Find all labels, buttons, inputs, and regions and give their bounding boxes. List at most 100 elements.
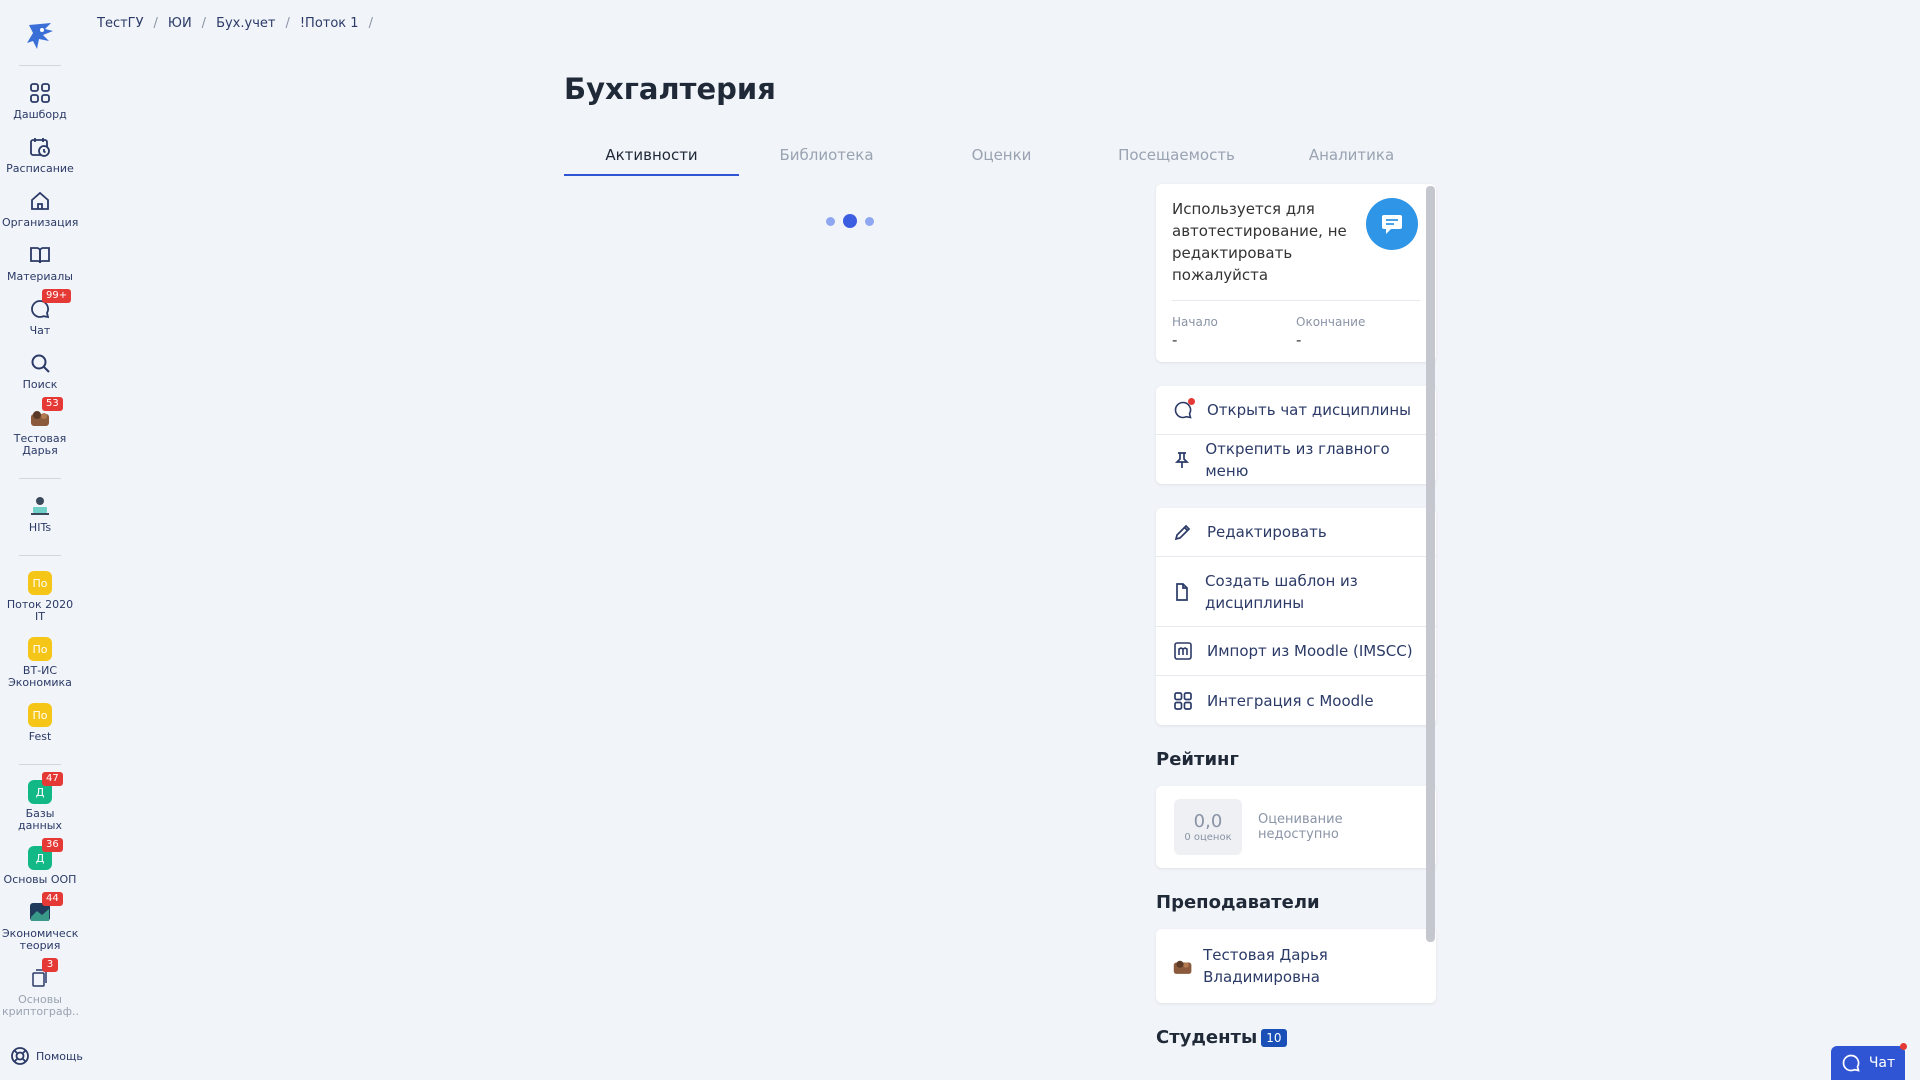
- sidebar-item-stream-2020[interactable]: По Поток 2020 IT: [0, 567, 80, 627]
- floating-chat-button[interactable]: Чат: [1831, 1043, 1907, 1080]
- sidebar-item-chat[interactable]: 99+ Чат: [0, 289, 80, 341]
- sidebar-item-oop[interactable]: Д 36 Основы ООП: [0, 838, 80, 890]
- chat-icon: [1172, 398, 1195, 420]
- sidebar-item-label: Поиск: [22, 379, 58, 391]
- breadcrumb-separator: /: [368, 16, 373, 31]
- breadcrumb-item[interactable]: ТестГУ: [97, 16, 144, 31]
- group-initial: По: [28, 637, 52, 661]
- sidebar-divider: [19, 65, 61, 66]
- group-avatar: По: [28, 703, 52, 727]
- sidebar-item-label: Основы криптограф...: [2, 994, 78, 1018]
- teachers-title: Преподаватели: [1156, 892, 1320, 913]
- action-label: Создать шаблон из дисциплины: [1205, 571, 1358, 612]
- open-discipline-chat-button[interactable]: Открыть чат дисциплины: [1156, 386, 1436, 435]
- rating-count: 0 оценок: [1184, 832, 1232, 843]
- breadcrumb-item[interactable]: !Поток 1: [300, 16, 359, 31]
- breadcrumb-item[interactable]: Бух.учет: [216, 16, 275, 31]
- teacher-item[interactable]: Тестовая Дарья Владимировна: [1156, 929, 1436, 1003]
- course-badge: 44: [42, 892, 63, 906]
- tab-analytics[interactable]: Аналитика: [1264, 146, 1439, 176]
- person-laptop-icon: [28, 494, 52, 518]
- rating-score-box: 0,0 0 оценок: [1174, 799, 1242, 855]
- tab-library[interactable]: Библиотека: [739, 146, 914, 176]
- breadcrumb: ТестГУ / ЮИ / Бух.учет / !Поток 1 /: [97, 16, 383, 31]
- start-value: -: [1172, 331, 1178, 349]
- action-label: Редактировать: [1207, 523, 1327, 541]
- sidebar-item-profile[interactable]: 53 Тестовая Дарья: [0, 397, 80, 461]
- chat-icon: [1842, 1054, 1860, 1072]
- loading-indicator: [826, 214, 874, 228]
- logo-icon[interactable]: [22, 18, 58, 54]
- sidebar-item-hits[interactable]: HITs: [0, 490, 80, 538]
- unpin-from-menu-button[interactable]: Открепить из главного меню: [1156, 435, 1436, 484]
- breadcrumb-item[interactable]: ЮИ: [168, 16, 192, 31]
- course-management-card: Редактировать Создать шаблон из дисципли…: [1156, 508, 1436, 725]
- breadcrumb-separator: /: [201, 16, 207, 31]
- sidebar-item-vt-is[interactable]: По ВТ-ИС Экономика: [0, 633, 80, 693]
- tab-attendance[interactable]: Посещаемость: [1089, 146, 1264, 176]
- course-avatar: Д 36: [28, 838, 63, 870]
- create-template-button[interactable]: Создать шаблон из дисциплины: [1156, 557, 1436, 627]
- lifebuoy-icon: [11, 1047, 29, 1065]
- course-badge: 36: [42, 838, 63, 852]
- loader-dot: [865, 216, 874, 226]
- sidebar-item-crypto[interactable]: 3 Основы криптограф...: [0, 958, 80, 1022]
- start-label: Начало: [1172, 315, 1218, 329]
- course-dates: Начало - Окончание -: [1172, 300, 1420, 349]
- sidebar-item-label: Базы данных: [18, 808, 62, 832]
- course-image-icon: 44: [28, 892, 63, 924]
- help-link[interactable]: Помощь: [10, 1046, 83, 1066]
- edit-button[interactable]: Редактировать: [1156, 508, 1436, 557]
- sidebar-item-fest[interactable]: По Fest: [0, 699, 80, 747]
- loader-dot: [843, 214, 857, 228]
- sidebar-item-organization[interactable]: Организация: [0, 185, 80, 233]
- sidebar-item-databases[interactable]: Д 47 Базы данных: [0, 772, 80, 836]
- tab-activities[interactable]: Активности: [564, 146, 739, 176]
- avatar: [1173, 960, 1192, 974]
- teacher-name: Тестовая Дарья Владимировна: [1203, 946, 1328, 986]
- sidebar-item-search[interactable]: Поиск: [0, 347, 80, 395]
- tab-grades[interactable]: Оценки: [914, 146, 1089, 176]
- sidebar-item-materials[interactable]: Материалы: [0, 239, 80, 287]
- page-title: Бухгалтерия: [564, 72, 776, 106]
- group-initial: По: [28, 703, 52, 727]
- sidebar-item-label: Основы ООП: [3, 874, 77, 886]
- course-description: Используется для автотестирование, не ре…: [1172, 200, 1347, 284]
- sidebar-item-label: Экономическая теория: [2, 928, 78, 952]
- sidebar-item-label: Материалы: [7, 271, 73, 283]
- course-badge: 47: [42, 772, 63, 786]
- breadcrumb-separator: /: [285, 16, 290, 31]
- chat-bubble-icon: [1382, 215, 1402, 234]
- sidebar-item-economics[interactable]: 44 Экономическая теория: [0, 892, 80, 956]
- chat-badge: 99+: [42, 289, 72, 303]
- documents-icon: 3: [28, 958, 58, 990]
- rating-value: 0,0: [1193, 811, 1223, 832]
- breadcrumb-separator: /: [153, 16, 158, 31]
- sidebar-item-schedule[interactable]: Расписание: [0, 131, 80, 179]
- home-icon: [28, 189, 52, 213]
- sidebar-divider: [19, 764, 61, 765]
- sidebar: Дашборд Расписание Организация Материалы…: [0, 0, 83, 1080]
- sidebar-divider: [19, 555, 61, 556]
- sidebar-item-label: Дашборд: [13, 109, 67, 121]
- sidebar-item-label: Чат: [29, 325, 51, 337]
- rating-note: Оценивание недоступно: [1257, 812, 1343, 842]
- end-date: Окончание -: [1296, 315, 1420, 349]
- students-title: Студенты: [1156, 1027, 1258, 1048]
- import-moodle-button[interactable]: Импорт из Moodle (IMSCC): [1156, 627, 1436, 676]
- course-side-panel: Используется для автотестирование, не ре…: [1156, 184, 1436, 1064]
- students-section-header: Студенты 10: [1156, 1027, 1436, 1048]
- sidebar-item-label: Тестовая Дарья: [13, 433, 67, 457]
- panel-scrollbar[interactable]: [1426, 186, 1435, 942]
- course-avatar: Д 47: [28, 772, 63, 804]
- pin-icon: [1172, 450, 1192, 470]
- moodle-integration-button[interactable]: Интеграция с Moodle: [1156, 676, 1436, 725]
- search-icon: [28, 351, 52, 375]
- group-avatar: По: [28, 571, 52, 595]
- unread-dot: [1188, 398, 1195, 405]
- moodle-icon: [1172, 641, 1194, 661]
- sidebar-item-label: Организация: [2, 217, 78, 229]
- end-label: Окончание: [1296, 315, 1366, 329]
- sidebar-item-label: Расписание: [6, 163, 74, 175]
- sidebar-item-dashboard[interactable]: Дашборд: [0, 77, 80, 125]
